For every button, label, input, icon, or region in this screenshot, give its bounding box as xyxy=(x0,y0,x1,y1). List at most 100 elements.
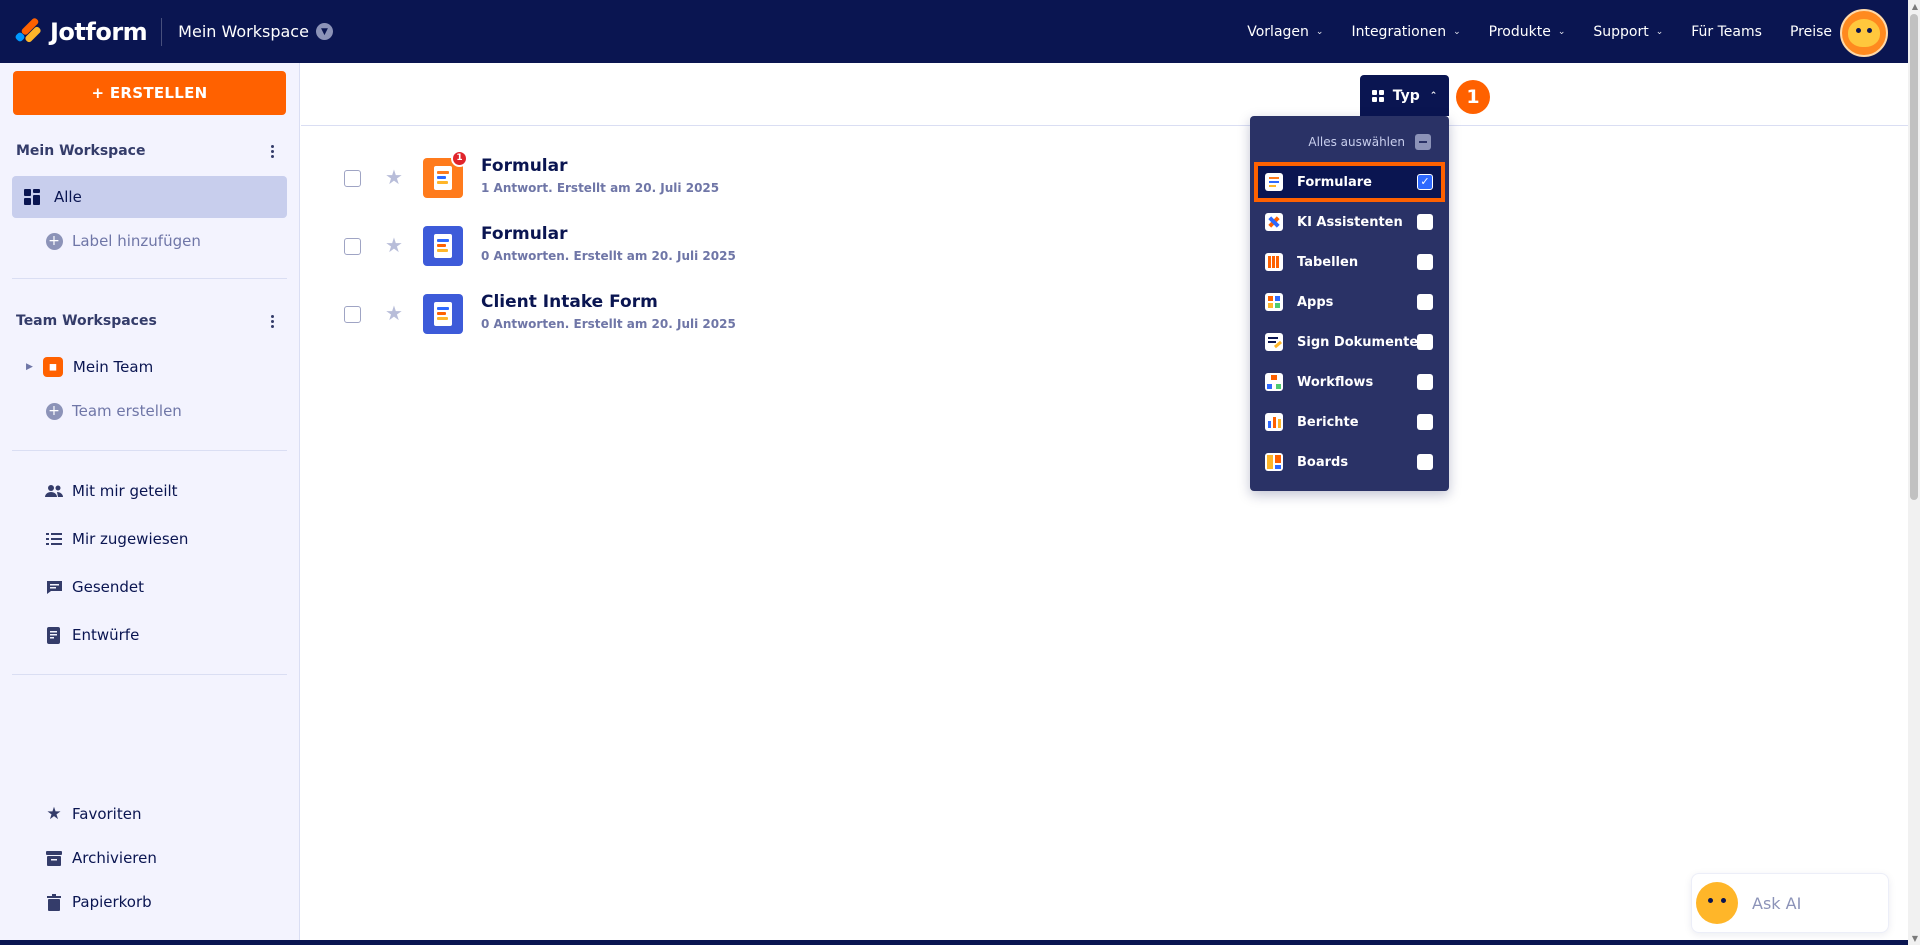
draft-icon xyxy=(44,625,64,645)
chevron-right-icon[interactable]: ▶ xyxy=(26,362,33,372)
add-label-button[interactable]: + Label hinzufügen xyxy=(12,220,287,262)
boards-icon xyxy=(1265,453,1283,471)
sidebar-item-label: Mein Team xyxy=(72,358,154,376)
forms-icon xyxy=(1265,173,1283,191)
brand-name: Jotform xyxy=(50,17,148,46)
star-icon[interactable]: ★ xyxy=(385,233,403,257)
select-all-toggle[interactable]: Alles auswählen xyxy=(1308,134,1431,150)
scroll-down-icon[interactable]: ▼ xyxy=(1912,934,1918,943)
more-options-icon[interactable] xyxy=(271,143,275,160)
filter-option-label: Apps xyxy=(1297,294,1334,310)
sidebar-item-shared[interactable]: Mit mir geteilt xyxy=(12,470,287,512)
chevron-down-icon: ⌄ xyxy=(1655,26,1664,37)
form-meta: 0 Antworten. Erstellt am 20. Juli 2025 xyxy=(481,317,736,331)
workspace-switcher[interactable]: Mein Workspace ▼ xyxy=(178,22,333,41)
filter-option-formulare[interactable]: Formulare ✓ xyxy=(1254,162,1445,202)
scrollbar[interactable]: ▲ ▼ xyxy=(1908,0,1920,945)
top-navigation-bar: Jotform Mein Workspace ▼ Vorlagen ⌄ Integ… xyxy=(0,0,1908,63)
tables-icon xyxy=(1265,253,1283,271)
chevron-down-icon: ⌄ xyxy=(1557,26,1566,37)
archive-icon xyxy=(44,848,64,868)
form-title[interactable]: Formular xyxy=(481,156,568,176)
create-button[interactable]: + ERSTELLEN xyxy=(13,71,286,115)
grid-icon xyxy=(1371,89,1384,102)
filter-option-label: Formulare xyxy=(1297,174,1372,190)
filter-option-workflows[interactable]: Workflows xyxy=(1250,362,1449,402)
form-title[interactable]: Formular xyxy=(481,224,568,244)
list-item[interactable]: ★ Formular 0 Antworten. Erstellt am 20. … xyxy=(340,217,1240,273)
sidebar-item-drafts[interactable]: Entwürfe xyxy=(12,614,287,656)
star-icon[interactable]: ★ xyxy=(385,165,403,189)
list-item[interactable]: ★ 1 Formular 1 Antwort. Erstellt am 20. … xyxy=(340,149,1240,205)
more-options-icon[interactable] xyxy=(271,313,275,330)
create-team-button[interactable]: + Team erstellen xyxy=(12,390,287,432)
sidebar-item-archive[interactable]: Archivieren xyxy=(12,837,287,879)
row-checkbox[interactable] xyxy=(344,238,361,255)
filter-option-label: Tabellen xyxy=(1297,254,1359,270)
jotform-logo[interactable]: Jotform xyxy=(14,16,148,47)
select-all-label: Alles auswählen xyxy=(1308,135,1405,149)
scrollbar-thumb[interactable] xyxy=(1910,14,1918,500)
checkbox[interactable] xyxy=(1417,454,1433,470)
row-checkbox[interactable] xyxy=(344,170,361,187)
ask-ai-button[interactable]: Ask AI xyxy=(1691,873,1889,933)
nav-integrationen[interactable]: Integrationen ⌄ xyxy=(1351,24,1460,40)
row-checkbox[interactable] xyxy=(344,306,361,323)
team-avatar-icon: ◼ xyxy=(42,357,63,377)
filter-option-apps[interactable]: Apps xyxy=(1250,282,1449,322)
filter-option-label: Workflows xyxy=(1297,374,1374,390)
star-icon: ★ xyxy=(46,804,62,824)
sidebar-item-alle[interactable]: Alle xyxy=(12,176,287,218)
checkbox-checked[interactable]: ✓ xyxy=(1417,174,1433,190)
form-icon xyxy=(423,226,463,266)
type-filter-dropdown: Alles auswählen Formulare ✓ KI Assistent… xyxy=(1250,116,1449,491)
star-icon[interactable]: ★ xyxy=(385,301,403,325)
filter-option-boards[interactable]: Boards xyxy=(1250,442,1449,482)
grid-icon xyxy=(22,187,42,207)
nav-label: Produkte xyxy=(1488,23,1551,40)
filter-option-ki-assistenten[interactable]: KI Assistenten xyxy=(1250,202,1449,242)
nav-produkte[interactable]: Produkte ⌄ xyxy=(1489,24,1566,40)
sidebar-item-favorites[interactable]: ★ Favoriten xyxy=(12,793,287,835)
sidebar-item-assigned[interactable]: Mir zugewiesen xyxy=(12,518,287,560)
type-filter-button[interactable]: Typ ⌃ xyxy=(1360,75,1449,116)
filter-option-berichte[interactable]: Berichte xyxy=(1250,402,1449,442)
nav-label: Support xyxy=(1593,23,1649,40)
filter-option-label: Boards xyxy=(1297,454,1349,470)
sidebar-item-sent[interactable]: Gesendet xyxy=(12,566,287,608)
nav-fuer-teams[interactable]: Für Teams xyxy=(1691,24,1762,40)
chevron-up-icon: ⌃ xyxy=(1429,90,1438,101)
filter-option-sign-dokumente[interactable]: Sign Dokumente xyxy=(1250,322,1449,362)
sidebar: + ERSTELLEN Mein Workspace Alle + Label … xyxy=(0,63,300,940)
checkbox[interactable] xyxy=(1417,414,1433,430)
toolbar-divider xyxy=(301,125,1908,126)
plus-circle-icon: + xyxy=(44,401,64,421)
checkbox[interactable] xyxy=(1417,334,1433,350)
main-nav: Vorlagen ⌄ Integrationen ⌄ Produkte ⌄ Suppo… xyxy=(1219,0,1832,63)
sidebar-item-label: Favoriten xyxy=(72,805,142,823)
list-item[interactable]: ★ Client Intake Form 0 Antworten. Erstel… xyxy=(340,285,1240,341)
scroll-up-icon[interactable]: ▲ xyxy=(1912,2,1918,11)
filter-option-label: Sign Dokumente xyxy=(1297,334,1419,350)
checkbox[interactable] xyxy=(1417,254,1433,270)
sidebar-item-label: Team erstellen xyxy=(72,402,182,420)
nav-support[interactable]: Support ⌄ xyxy=(1593,24,1663,40)
checkbox[interactable] xyxy=(1417,374,1433,390)
sidebar-divider xyxy=(12,674,287,675)
jotform-logo-icon xyxy=(14,16,42,47)
chevron-down-icon: ▼ xyxy=(315,23,333,40)
nav-preise[interactable]: Preise xyxy=(1790,24,1832,40)
sidebar-item-mein-team[interactable]: ▶ ◼ Mein Team xyxy=(12,346,287,388)
nav-vorlagen[interactable]: Vorlagen ⌄ xyxy=(1247,24,1323,40)
filter-option-tabellen[interactable]: Tabellen xyxy=(1250,242,1449,282)
nav-label: Vorlagen xyxy=(1247,23,1309,40)
form-icon xyxy=(423,294,463,334)
sidebar-item-trash[interactable]: Papierkorb xyxy=(12,881,287,923)
bottom-bar xyxy=(0,940,1908,945)
form-title[interactable]: Client Intake Form xyxy=(481,292,658,312)
user-avatar[interactable] xyxy=(1840,9,1888,57)
workflow-icon xyxy=(1265,373,1283,391)
checkbox[interactable] xyxy=(1417,214,1433,230)
indeterminate-checkbox[interactable] xyxy=(1415,134,1431,150)
checkbox[interactable] xyxy=(1417,294,1433,310)
